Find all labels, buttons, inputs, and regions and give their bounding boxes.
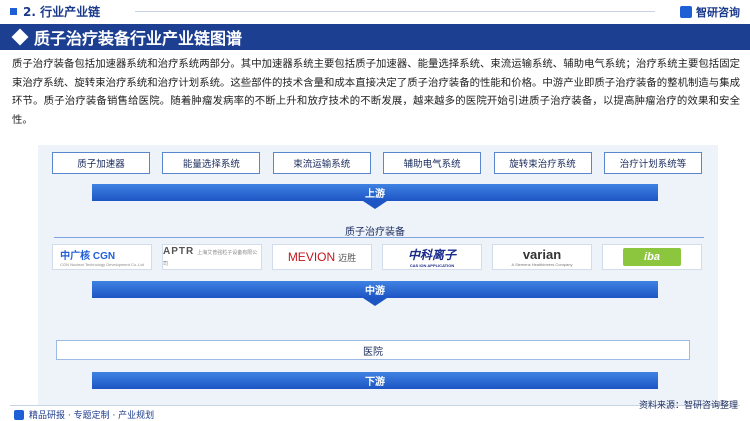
upstream-node: 旋转束治疗系统 [493,152,592,174]
logo-aptr: APTR 上海艾普强粒子设备有限公司 [162,244,262,270]
down-arrow-icon [363,298,387,306]
source-note: 资料来源：智研咨询整理 [638,401,738,411]
down-arrow-icon [363,201,387,209]
hospital-box: 医院 [56,340,690,360]
logo-cas-name: 中科离子 [407,248,456,262]
upstream-node: 辅助电气系统 [383,152,482,174]
logo-varian: varian A Siemens Healthineers Company [492,244,592,270]
upstream-band: 上游 [92,184,658,201]
midstream-logo-row: 中广核 CGN CGN Nuclear Technology Developmen… [52,244,702,270]
industry-chain-diagram: 质子加速器 能量选择系统 束流运输系统 辅助电气系统 旋转束治疗系统 治疗计划系… [0,0,750,421]
footer-logo-icon [14,409,24,420]
midstream-title: 质子治疗装备 [345,227,405,238]
logo-cas-sub: CAS ION APPLICATION [409,263,455,268]
upstream-node: 能量选择系统 [162,152,261,174]
footer-tagline: 精品研报 · 专题定制 · 产业规划 [29,411,155,421]
upstream-row: 质子加速器 能量选择系统 束流运输系统 辅助电气系统 旋转束治疗系统 治疗计划系… [52,152,702,174]
midstream-divider [54,237,704,238]
logo-aptr-name: APTR [163,246,195,257]
upstream-node: 束流运输系统 [272,152,371,174]
logo-mevion: MEVION 迈胜 [272,244,372,270]
logo-varian-sub: A Siemens Healthineers Company [511,262,573,267]
logo-varian-name: varian [522,247,562,262]
downstream-band: 下游 [92,372,658,389]
logo-iba-name: iba [623,248,681,266]
logo-cas-ion: 中科离子 CAS ION APPLICATION [382,244,482,270]
logo-iba: iba [602,244,702,270]
logo-cgn-name: 中广核 CGN [60,251,116,262]
footer-left: 精品研报 · 专题定制 · 产业规划 [14,408,154,421]
upstream-node: 治疗计划系统等 [603,152,702,174]
logo-mevion-sub: 迈胜 [338,253,357,263]
logo-mevion-name: MEVION [287,250,336,264]
upstream-node: 质子加速器 [52,152,150,174]
logo-cgn: 中广核 CGN CGN Nuclear Technology Developmen… [52,244,152,270]
footer-divider [10,405,740,406]
logo-cgn-sub: CGN Nuclear Technology Development Co.,L… [60,262,144,267]
midstream-band: 中游 [92,281,658,298]
